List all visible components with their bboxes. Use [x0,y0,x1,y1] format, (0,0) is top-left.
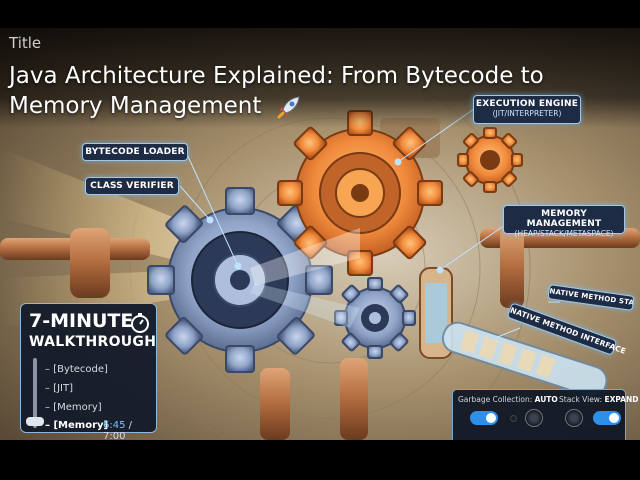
stack-view-value: EXPAND [604,395,639,404]
title-tag: Title [9,34,42,52]
gc-toggle[interactable] [470,411,498,425]
callout-class-verifier-label: CLASS VERIFIER [90,181,174,191]
video-frame: Title Java Architecture Explained: From … [0,28,640,440]
progress-knob[interactable] [26,417,44,426]
stack-view-dial[interactable] [565,409,583,427]
total-time: 7:00 [103,431,126,440]
stopwatch-icon [131,313,149,333]
gc-label-text: Garbage Collection: [458,395,533,404]
callout-class-verifier: CLASS VERIFIER [85,177,179,195]
walkthrough-title-line1: 7-MINUTE [29,310,134,332]
letterbox-bottom [0,440,640,480]
callout-execution-engine-label: EXECUTION ENGINE [475,99,579,109]
callout-execution-engine: EXECUTION ENGINE (JIT/INTERPRETER) [473,95,581,124]
controls-panel: Garbage Collection: AUTO Stack View: EXP… [452,389,639,440]
stack-view-label-text: Stack View: [559,395,603,404]
playback-time: 6:45 / 7:00 [103,420,156,440]
walkthrough-panel: 7-MINUTE WALKTHROUGH – [Bytecode] – [JIT… [20,303,157,440]
walkthrough-step[interactable]: – [JIT] [45,383,73,394]
walkthrough-step[interactable]: – [Memory] [45,402,102,413]
callout-memory-management-label: MEMORY MANAGEMENT [526,209,602,229]
rocket-icon [277,95,300,118]
time-separator: / [125,420,133,431]
walkthrough-title-line2: WALKTHROUGH [29,334,157,350]
walkthrough-step[interactable]: – [Bytecode] [45,364,108,375]
callout-memory-management-sub: (HEAP/STACK/METASPACE) [514,229,614,238]
walkthrough-step-active[interactable]: – [Memory] [45,420,108,431]
gc-indicator-led [510,415,517,422]
stack-view-toggle[interactable] [593,411,621,425]
callout-bytecode-loader: BYTECODE LOADER [82,143,188,161]
callout-bytecode-loader-label: BYTECODE LOADER [85,147,185,157]
callout-execution-engine-sub: (JIT/INTERPRETER) [492,109,562,118]
gc-label: Garbage Collection: AUTO [458,395,558,404]
stack-view-label: Stack View: EXPAND [559,395,639,404]
gc-value: AUTO [534,395,558,404]
callout-memory-management: MEMORY MANAGEMENT (HEAP/STACK/METASPACE) [503,205,625,238]
current-time: 6:45 [103,420,126,431]
gc-dial[interactable] [525,409,543,427]
